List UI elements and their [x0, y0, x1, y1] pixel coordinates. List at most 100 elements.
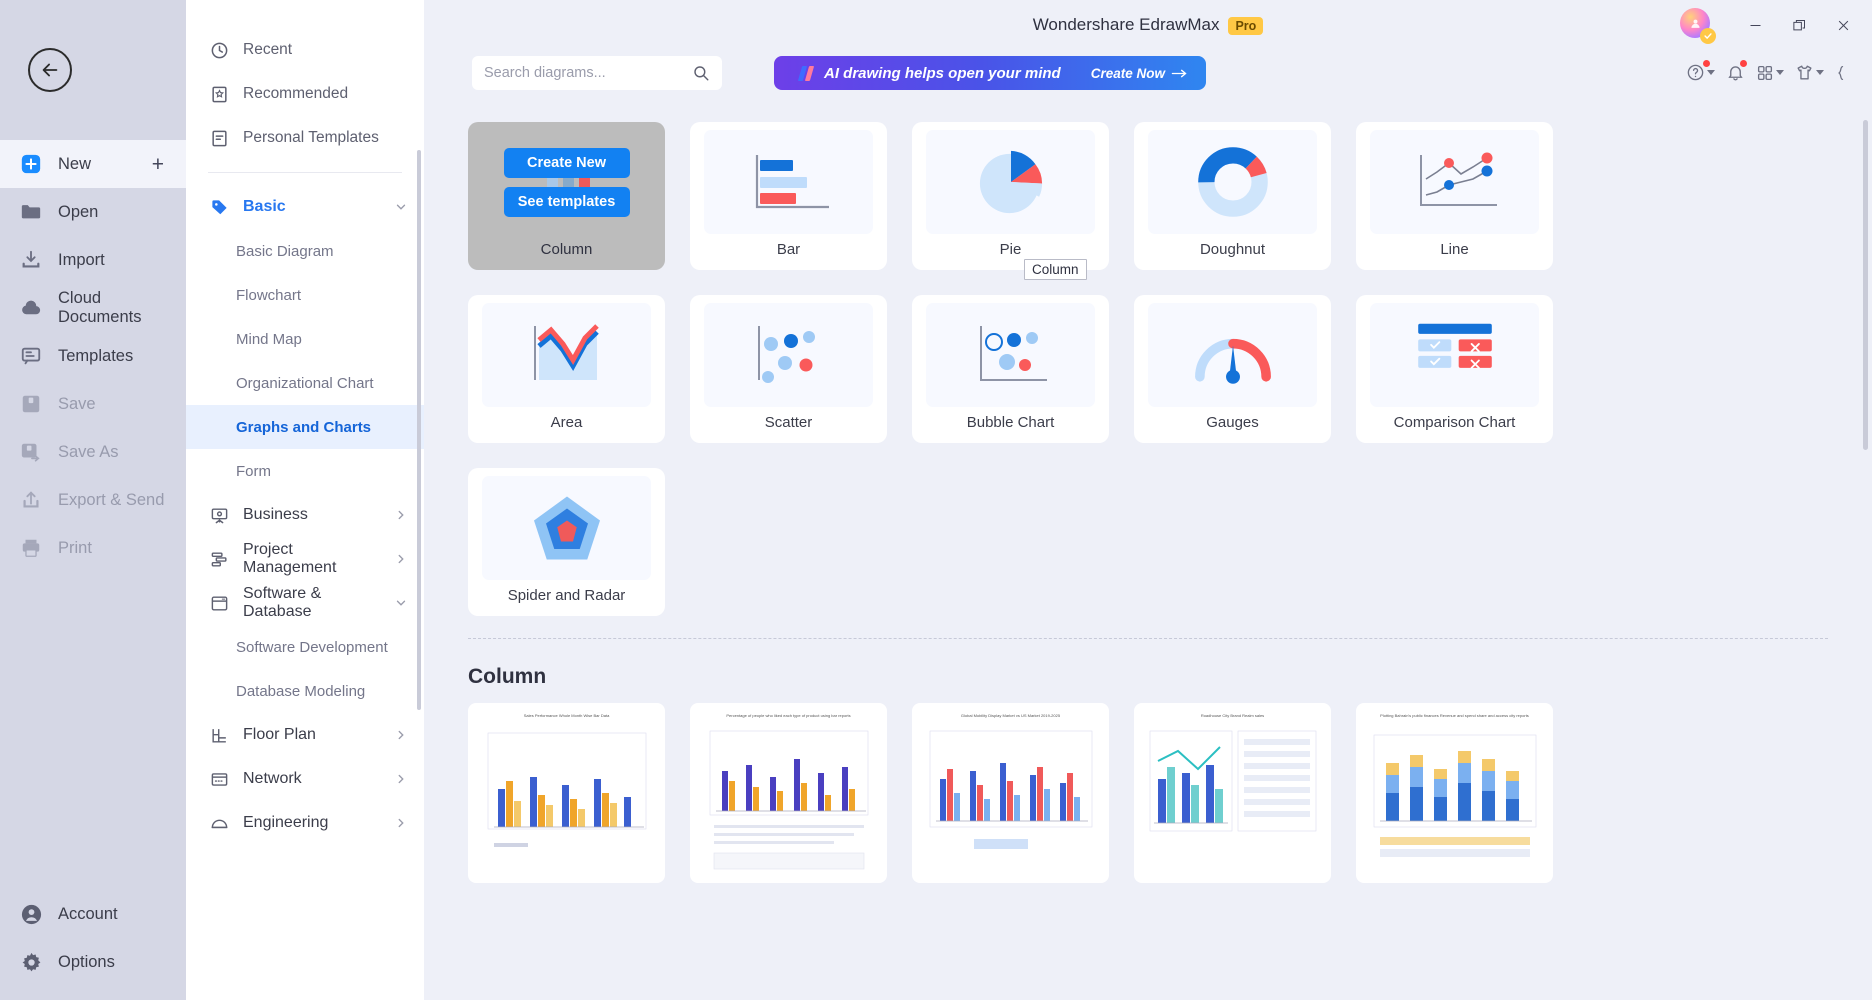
chevron-down-icon[interactable] [394, 596, 408, 610]
category-flowchart[interactable]: Flowchart [186, 273, 424, 317]
help-icon[interactable] [1683, 60, 1718, 85]
template-caption: Sales Performance Whole Month Wise Bar D… [523, 713, 610, 718]
template-caption: Percentage of people who liked each type… [726, 713, 851, 718]
chart-card-column[interactable]: Create New See templates Column [468, 122, 665, 270]
rail-item-open[interactable]: Open [0, 188, 186, 236]
chart-card-bubble[interactable]: Bubble Chart [912, 295, 1109, 443]
close-button[interactable] [1824, 8, 1862, 42]
export-icon [18, 487, 44, 513]
minimize-button[interactable] [1736, 8, 1774, 42]
category-form[interactable]: Form [186, 449, 424, 493]
category-scrollbar[interactable] [417, 150, 421, 710]
chevron-right-icon[interactable] [394, 772, 408, 786]
chart-card-comparison[interactable]: Comparison Chart [1356, 295, 1553, 443]
search-input[interactable] [484, 65, 692, 81]
rail-item-print[interactable]: Print [0, 524, 186, 572]
rail-item-label: Export & Send [58, 490, 165, 509]
chart-card-gauges[interactable]: Gauges [1134, 295, 1331, 443]
chevron-down-icon[interactable] [1707, 70, 1715, 75]
section-divider [468, 638, 1828, 639]
rail-item-templates[interactable]: Templates [0, 332, 186, 380]
category-group-engineering[interactable]: Engineering [186, 801, 424, 845]
main-scrollbar[interactable] [1863, 120, 1868, 450]
chevron-right-icon[interactable] [394, 508, 408, 522]
chart-card-area[interactable]: Area [468, 295, 665, 443]
pro-badge: Pro [1228, 16, 1264, 35]
category-group-business[interactable]: Business [186, 493, 424, 537]
category-group-project-management[interactable]: Project Management [186, 537, 424, 581]
category-label: Floor Plan [243, 726, 316, 743]
chart-card-label: Scatter [764, 414, 813, 431]
template-card[interactable]: Global Mobility Display Market vs US Mar… [912, 703, 1109, 883]
template-card[interactable]: Percentage of people who liked each type… [690, 703, 887, 883]
category-group-basic[interactable]: Basic [186, 185, 424, 229]
chevron-down-icon[interactable] [394, 200, 408, 214]
category-mind-map[interactable]: Mind Map [186, 317, 424, 361]
chevron-right-icon[interactable] [394, 816, 408, 830]
rail-item-options[interactable]: Options [0, 938, 186, 986]
category-software-development[interactable]: Software Development [186, 625, 424, 669]
chart-card-label: Spider and Radar [507, 587, 626, 604]
chart-card-doughnut[interactable]: Doughnut [1134, 122, 1331, 270]
rail-item-save[interactable]: Save [0, 380, 186, 428]
chevron-right-icon[interactable] [394, 728, 408, 742]
chart-card-bar[interactable]: Bar [690, 122, 887, 270]
category-personal-templates[interactable]: Personal Templates [186, 116, 424, 160]
category-label: Project Management [243, 541, 337, 576]
chart-card-label: Gauges [1206, 414, 1259, 431]
rail-item-save-as[interactable]: Save As [0, 428, 186, 476]
rail-item-export-send[interactable]: Export & Send [0, 476, 186, 524]
category-recent[interactable]: Recent [186, 28, 424, 72]
arrow-left-icon [42, 63, 58, 77]
back-button[interactable] [28, 48, 72, 92]
ai-drawing-banner[interactable]: AI drawing helps open your mind Create N… [774, 56, 1206, 90]
chart-card-pie[interactable]: Pie [912, 122, 1109, 270]
chevron-down-icon[interactable] [1776, 70, 1784, 75]
notification-bell-icon[interactable] [1723, 60, 1748, 85]
search-box[interactable] [472, 56, 722, 90]
category-recommended[interactable]: Recommended [186, 72, 424, 116]
category-organizational-chart[interactable]: Organizational Chart [186, 361, 424, 405]
category-label: Business [243, 506, 308, 523]
chevron-down-icon[interactable] [1816, 70, 1824, 75]
category-group-network[interactable]: Network [186, 757, 424, 801]
search-icon[interactable] [692, 64, 710, 82]
category-group-software-database[interactable]: Software & Database [186, 581, 424, 625]
chart-card-scatter[interactable]: Scatter [690, 295, 887, 443]
rail-item-account[interactable]: Account [0, 890, 186, 938]
app-title-text: Wondershare EdrawMax [1032, 15, 1220, 34]
category-label: Software & Database [243, 585, 322, 620]
print-icon [18, 535, 44, 561]
apps-grid-icon[interactable] [1753, 61, 1787, 85]
theme-shirt-icon[interactable] [1792, 60, 1827, 85]
rail-new-plus-button[interactable]: + [152, 154, 164, 175]
chart-card-label: Pie [999, 241, 1022, 258]
avatar[interactable] [1680, 8, 1716, 44]
tag-icon [208, 196, 230, 218]
rail-item-label: Import [58, 250, 105, 269]
restore-button[interactable] [1780, 8, 1818, 42]
chart-card-label: Line [1440, 241, 1469, 258]
template-caption: Plotting Bahrain's public finances Reven… [1380, 713, 1529, 718]
chart-card-spider-radar[interactable]: Spider and Radar [468, 468, 665, 616]
chart-card-line[interactable]: Line [1356, 122, 1553, 270]
settings-braces-icon[interactable] [1832, 61, 1856, 85]
rail-item-new[interactable]: New + [0, 140, 186, 188]
scatter-chart-icon [704, 303, 873, 407]
category-basic-diagram[interactable]: Basic Diagram [186, 229, 424, 273]
category-group-floor-plan[interactable]: Floor Plan [186, 713, 424, 757]
see-templates-button[interactable]: See templates [503, 186, 630, 217]
ai-create-now-button[interactable]: Create Now [1091, 66, 1188, 81]
rail-item-cloud-documents[interactable]: Cloud Documents [0, 284, 186, 332]
chart-type-grid: Create New See templates Column Bar Pie … [424, 110, 1872, 616]
category-database-modeling[interactable]: Database Modeling [186, 669, 424, 713]
chevron-right-icon[interactable] [394, 552, 408, 566]
category-label: Personal Templates [243, 129, 379, 146]
rail-item-import[interactable]: Import [0, 236, 186, 284]
template-card[interactable]: Plotting Bahrain's public finances Reven… [1356, 703, 1553, 883]
template-card[interactable]: Roadhouse City Brand Realm sales [1134, 703, 1331, 883]
template-card[interactable]: Sales Performance Whole Month Wise Bar D… [468, 703, 665, 883]
rail-item-label: New [58, 154, 92, 173]
create-new-button[interactable]: Create New [503, 147, 630, 178]
category-graphs-and-charts[interactable]: Graphs and Charts [186, 405, 424, 449]
